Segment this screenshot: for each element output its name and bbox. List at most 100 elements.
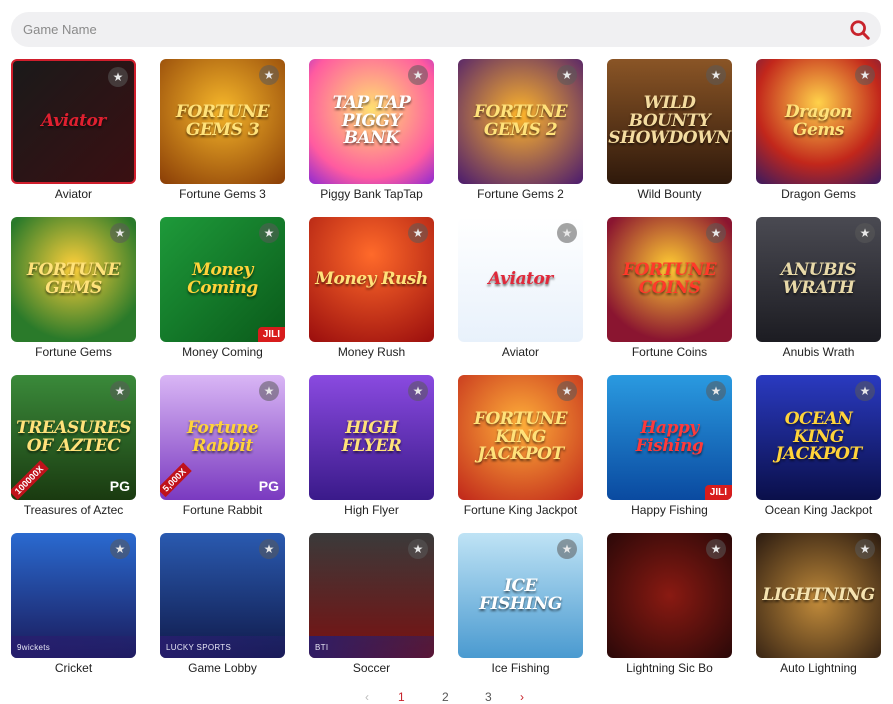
game-card[interactable]: TAP TAP PIGGY BANK ★ Piggy Bank TapTap — [309, 59, 434, 201]
game-card[interactable]: Money Coming JILI ★ Money Coming — [160, 217, 285, 359]
game-thumbnail[interactable]: OCEAN KING JACKPOT ★ — [756, 375, 881, 500]
favorite-star-icon[interactable]: ★ — [855, 65, 875, 85]
page-2[interactable]: 2 — [442, 690, 449, 704]
game-name: Dragon Gems — [781, 187, 856, 201]
favorite-star-icon[interactable]: ★ — [557, 223, 577, 243]
game-name: Fortune Gems 2 — [477, 187, 564, 201]
game-thumbnail[interactable]: FORTUNE GEMS ★ — [11, 217, 136, 342]
game-card[interactable]: LUCKY SPORTS ★ Game Lobby — [160, 533, 285, 675]
provider-strip: BTI — [309, 636, 434, 658]
multiplier-ribbon: 100000X — [11, 460, 49, 500]
page-3[interactable]: 3 — [485, 690, 492, 704]
game-thumbnail[interactable]: ICE FISHING ★ — [458, 533, 583, 658]
search-icon[interactable] — [849, 19, 871, 41]
game-name: Money Coming — [182, 345, 263, 359]
favorite-star-icon[interactable]: ★ — [408, 539, 428, 559]
next-page-icon[interactable]: › — [520, 690, 524, 704]
favorite-star-icon[interactable]: ★ — [259, 65, 279, 85]
game-art-title: Aviator — [488, 268, 553, 289]
favorite-star-icon[interactable]: ★ — [557, 381, 577, 401]
game-thumbnail[interactable]: HIGH FLYER ★ — [309, 375, 434, 500]
favorite-star-icon[interactable]: ★ — [557, 65, 577, 85]
favorite-star-icon[interactable]: ★ — [108, 67, 128, 87]
favorite-star-icon[interactable]: ★ — [706, 223, 726, 243]
game-card[interactable]: FORTUNE GEMS 2 ★ Fortune Gems 2 — [458, 59, 583, 201]
game-thumbnail[interactable]: Dragon Gems ★ — [756, 59, 881, 184]
pagination: ‹ 1 2 3 › — [355, 690, 535, 704]
game-thumbnail[interactable]: TAP TAP PIGGY BANK ★ — [309, 59, 434, 184]
game-card[interactable]: Happy Fishing JILI ★ Happy Fishing — [607, 375, 732, 517]
game-name: Soccer — [352, 661, 391, 675]
game-thumbnail[interactable]: FORTUNE GEMS 2 ★ — [458, 59, 583, 184]
game-name: Ocean King Jackpot — [764, 503, 873, 517]
game-thumbnail[interactable]: ANUBIS WRATH ★ — [756, 217, 881, 342]
game-card[interactable]: OCEAN KING JACKPOT ★ Ocean King Jackpot — [756, 375, 881, 517]
favorite-star-icon[interactable]: ★ — [259, 381, 279, 401]
favorite-star-icon[interactable]: ★ — [110, 223, 130, 243]
provider-strip: 9wickets — [11, 636, 136, 658]
game-name: Treasures of Aztec — [23, 503, 124, 517]
favorite-star-icon[interactable]: ★ — [706, 381, 726, 401]
game-name: Piggy Bank TapTap — [320, 187, 423, 201]
game-thumbnail[interactable]: ★ — [607, 533, 732, 658]
game-art-title: FORTUNE GEMS 3 — [175, 101, 270, 140]
game-thumbnail[interactable]: FORTUNE KING JACKPOT ★ — [458, 375, 583, 500]
game-art-title: LIGHTNING — [762, 584, 875, 605]
favorite-star-icon[interactable]: ★ — [110, 381, 130, 401]
game-thumbnail[interactable]: BTI ★ — [309, 533, 434, 658]
game-thumbnail[interactable]: Money Rush ★ — [309, 217, 434, 342]
search-input[interactable] — [23, 22, 823, 37]
game-name: Fortune Rabbit — [182, 503, 263, 517]
favorite-star-icon[interactable]: ★ — [706, 65, 726, 85]
favorite-star-icon[interactable]: ★ — [855, 381, 875, 401]
favorite-star-icon[interactable]: ★ — [259, 223, 279, 243]
game-thumbnail[interactable]: WILD BOUNTY SHOWDOWN ★ — [607, 59, 732, 184]
favorite-star-icon[interactable]: ★ — [408, 381, 428, 401]
favorite-star-icon[interactable]: ★ — [706, 539, 726, 559]
prev-page-icon[interactable]: ‹ — [365, 690, 369, 704]
game-card[interactable]: FORTUNE KING JACKPOT ★ Fortune King Jackpo… — [458, 375, 583, 517]
game-art-title: Money Coming — [187, 259, 258, 298]
game-card[interactable]: FORTUNE COINS ★ Fortune Coins — [607, 217, 732, 359]
game-thumbnail[interactable]: TREASURES OF AZTEC 100000X PG ★ — [11, 375, 136, 500]
game-card[interactable]: Aviator ★ Aviator — [458, 217, 583, 359]
favorite-star-icon[interactable]: ★ — [110, 539, 130, 559]
game-card[interactable]: HIGH FLYER ★ High Flyer — [309, 375, 434, 517]
game-card[interactable]: 9wickets ★ Cricket — [11, 533, 136, 675]
game-thumbnail[interactable]: FORTUNE COINS ★ — [607, 217, 732, 342]
game-card[interactable]: TREASURES OF AZTEC 100000X PG ★ Treasures of… — [11, 375, 136, 517]
game-card[interactable]: FORTUNE GEMS ★ Fortune Gems — [11, 217, 136, 359]
favorite-star-icon[interactable]: ★ — [557, 539, 577, 559]
game-thumbnail[interactable]: LIGHTNING ★ — [756, 533, 881, 658]
game-thumbnail[interactable]: Happy Fishing JILI ★ — [607, 375, 732, 500]
game-thumbnail[interactable]: Fortune Rabbit 5,000X PG ★ — [160, 375, 285, 500]
game-card[interactable]: BTI ★ Soccer — [309, 533, 434, 675]
game-thumbnail[interactable]: 9wickets ★ — [11, 533, 136, 658]
game-card[interactable]: WILD BOUNTY SHOWDOWN ★ Wild Bounty — [607, 59, 732, 201]
game-thumbnail[interactable]: Aviator ★ — [11, 59, 136, 184]
favorite-star-icon[interactable]: ★ — [855, 539, 875, 559]
game-card[interactable]: ★ Lightning Sic Bo — [607, 533, 732, 675]
favorite-star-icon[interactable]: ★ — [408, 223, 428, 243]
game-card[interactable]: ANUBIS WRATH ★ Anubis Wrath — [756, 217, 881, 359]
game-card[interactable]: FORTUNE GEMS 3 ★ Fortune Gems 3 — [160, 59, 285, 201]
game-card[interactable]: Fortune Rabbit 5,000X PG ★ Fortune Rabbit — [160, 375, 285, 517]
favorite-star-icon[interactable]: ★ — [408, 65, 428, 85]
favorite-star-icon[interactable]: ★ — [259, 539, 279, 559]
favorite-star-icon[interactable]: ★ — [855, 223, 875, 243]
game-card[interactable]: Aviator ★ Aviator — [11, 59, 136, 201]
game-card[interactable]: LIGHTNING ★ Auto Lightning — [756, 533, 881, 675]
game-art-title: TREASURES OF AZTEC — [16, 417, 131, 456]
game-thumbnail[interactable]: Aviator ★ — [458, 217, 583, 342]
game-art-title: FORTUNE KING JACKPOT — [473, 408, 568, 465]
game-thumbnail[interactable]: Money Coming JILI ★ — [160, 217, 285, 342]
game-thumbnail[interactable]: FORTUNE GEMS 3 ★ — [160, 59, 285, 184]
game-thumbnail[interactable]: LUCKY SPORTS ★ — [160, 533, 285, 658]
game-card[interactable]: Dragon Gems ★ Dragon Gems — [756, 59, 881, 201]
game-name: Money Rush — [337, 345, 406, 359]
page-1[interactable]: 1 — [398, 690, 405, 704]
game-card[interactable]: ICE FISHING ★ Ice Fishing — [458, 533, 583, 675]
game-card[interactable]: Money Rush ★ Money Rush — [309, 217, 434, 359]
game-name: Happy Fishing — [631, 503, 708, 517]
provider-badge: JILI — [257, 327, 285, 342]
